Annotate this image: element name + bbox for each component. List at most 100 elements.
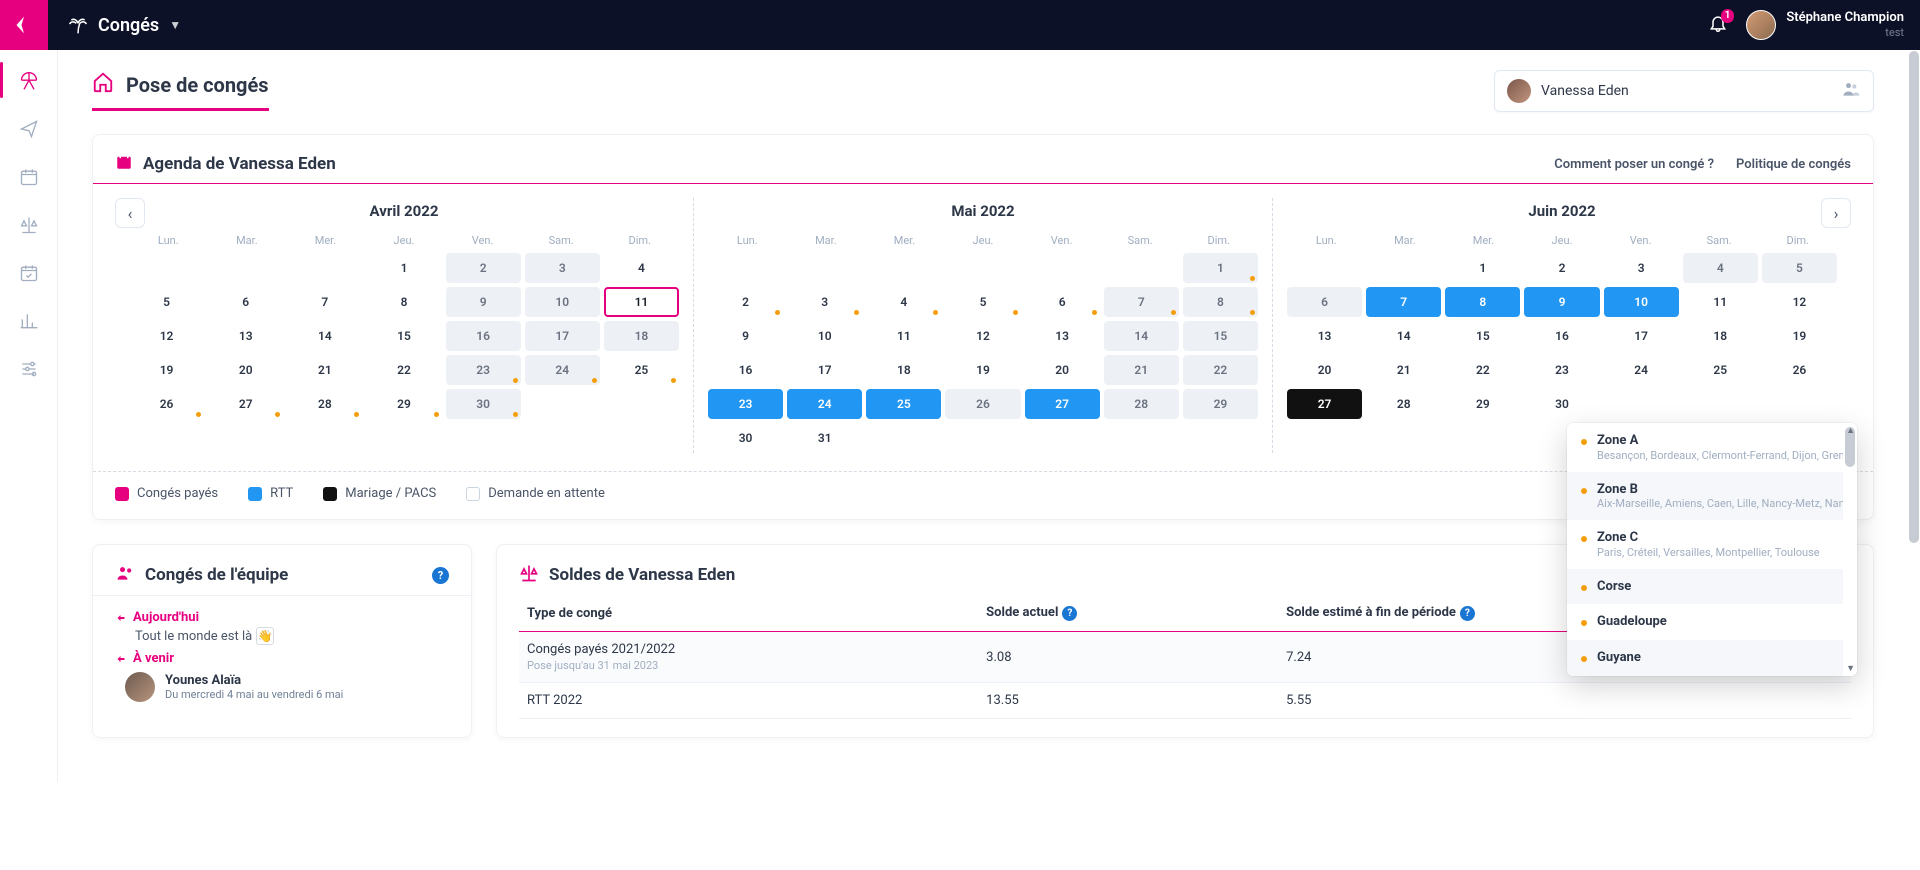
day-cell[interactable]: 6: [1025, 287, 1100, 317]
app-logo[interactable]: [0, 0, 48, 50]
day-cell[interactable]: 16: [446, 321, 521, 351]
day-cell[interactable]: 27: [1025, 389, 1100, 419]
day-cell[interactable]: 10: [525, 287, 600, 317]
nav-send[interactable]: [18, 118, 40, 140]
day-cell[interactable]: 9: [1524, 287, 1599, 317]
notifications-button[interactable]: 1: [1708, 13, 1728, 37]
day-cell[interactable]: 28: [287, 389, 362, 419]
day-cell[interactable]: 9: [708, 321, 783, 351]
day-cell[interactable]: 17: [525, 321, 600, 351]
day-cell[interactable]: 23: [1524, 355, 1599, 385]
day-cell[interactable]: 18: [1683, 321, 1758, 351]
day-cell[interactable]: 29: [1445, 389, 1520, 419]
day-cell[interactable]: 20: [1287, 355, 1362, 385]
day-cell[interactable]: 10: [787, 321, 862, 351]
day-cell[interactable]: 20: [208, 355, 283, 385]
zone-item[interactable]: Guyane: [1567, 640, 1857, 676]
day-cell[interactable]: 22: [1183, 355, 1258, 385]
day-cell[interactable]: 13: [1025, 321, 1100, 351]
day-cell[interactable]: 16: [1524, 321, 1599, 351]
nav-leave[interactable]: [18, 70, 40, 92]
day-cell[interactable]: 30: [708, 423, 783, 453]
day-cell[interactable]: 7: [287, 287, 362, 317]
day-cell[interactable]: 14: [1366, 321, 1441, 351]
day-cell[interactable]: 19: [129, 355, 204, 385]
day-cell[interactable]: 5: [129, 287, 204, 317]
day-cell[interactable]: 26: [1762, 355, 1837, 385]
info-icon[interactable]: ?: [1460, 606, 1475, 621]
nav-calendar[interactable]: [18, 166, 40, 188]
day-cell[interactable]: 27: [208, 389, 283, 419]
day-cell[interactable]: 26: [129, 389, 204, 419]
day-cell[interactable]: 5: [1762, 253, 1837, 283]
person-selector[interactable]: Vanessa Eden: [1494, 70, 1874, 112]
day-cell[interactable]: 28: [1104, 389, 1179, 419]
day-cell[interactable]: 18: [604, 321, 679, 351]
day-cell[interactable]: 12: [129, 321, 204, 351]
zone-dropdown[interactable]: Zone ABesançon, Bordeaux, Clermont-Ferra…: [1567, 423, 1857, 676]
day-cell[interactable]: 20: [1025, 355, 1100, 385]
day-cell[interactable]: 8: [1183, 287, 1258, 317]
day-cell[interactable]: 23: [446, 355, 521, 385]
day-cell[interactable]: 24: [1604, 355, 1679, 385]
policy-link[interactable]: Politique de congés: [1736, 157, 1851, 172]
day-cell[interactable]: 1: [1183, 253, 1258, 283]
day-cell[interactable]: 9: [446, 287, 521, 317]
day-cell[interactable]: 22: [366, 355, 441, 385]
day-cell[interactable]: 14: [1104, 321, 1179, 351]
day-cell[interactable]: 13: [1287, 321, 1362, 351]
day-cell[interactable]: 11: [866, 321, 941, 351]
day-cell[interactable]: 11: [1683, 287, 1758, 317]
info-icon[interactable]: ?: [1062, 606, 1077, 621]
day-cell[interactable]: 25: [866, 389, 941, 419]
day-cell[interactable]: 21: [287, 355, 362, 385]
day-cell[interactable]: 18: [866, 355, 941, 385]
day-cell[interactable]: 21: [1366, 355, 1441, 385]
day-cell[interactable]: 7: [1104, 287, 1179, 317]
day-cell[interactable]: 4: [1683, 253, 1758, 283]
zone-item[interactable]: Zone BAix-Marseille, Amiens, Caen, Lille…: [1567, 472, 1857, 521]
day-cell[interactable]: 15: [1183, 321, 1258, 351]
day-cell[interactable]: 29: [1183, 389, 1258, 419]
day-cell[interactable]: 8: [366, 287, 441, 317]
day-cell[interactable]: 28: [1366, 389, 1441, 419]
zone-item[interactable]: Zone CParis, Créteil, Versailles, Montpe…: [1567, 520, 1857, 569]
day-cell[interactable]: 1: [366, 253, 441, 283]
day-cell[interactable]: 3: [525, 253, 600, 283]
zone-item[interactable]: Corse: [1567, 569, 1857, 605]
day-cell[interactable]: 12: [1762, 287, 1837, 317]
team-person[interactable]: Younes Alaïa Du mercredi 4 mai au vendre…: [115, 672, 449, 702]
day-cell[interactable]: 2: [446, 253, 521, 283]
day-cell[interactable]: 21: [1104, 355, 1179, 385]
day-cell[interactable]: 4: [604, 253, 679, 283]
day-cell[interactable]: 16: [708, 355, 783, 385]
day-cell[interactable]: 13: [208, 321, 283, 351]
day-cell[interactable]: 22: [1445, 355, 1520, 385]
day-cell[interactable]: 19: [1762, 321, 1837, 351]
day-cell[interactable]: 11: [604, 287, 679, 317]
nav-calendar-check[interactable]: [18, 262, 40, 284]
day-cell[interactable]: 4: [866, 287, 941, 317]
day-cell[interactable]: 19: [945, 355, 1020, 385]
day-cell[interactable]: 15: [366, 321, 441, 351]
day-cell[interactable]: 3: [1604, 253, 1679, 283]
nav-balance[interactable]: [18, 214, 40, 236]
user-menu[interactable]: Stéphane Champion test: [1786, 11, 1904, 39]
day-cell[interactable]: 14: [287, 321, 362, 351]
zone-item[interactable]: Zone ABesançon, Bordeaux, Clermont-Ferra…: [1567, 423, 1857, 472]
day-cell[interactable]: 25: [604, 355, 679, 385]
module-switcher[interactable]: Congés ▼: [68, 15, 181, 36]
day-cell[interactable]: 3: [787, 287, 862, 317]
day-cell[interactable]: 26: [945, 389, 1020, 419]
day-cell[interactable]: 2: [708, 287, 783, 317]
nav-reports[interactable]: [18, 310, 40, 332]
zone-scrollbar[interactable]: ▲ ▼: [1843, 423, 1857, 676]
day-cell[interactable]: 30: [446, 389, 521, 419]
day-cell[interactable]: 2: [1524, 253, 1599, 283]
day-cell[interactable]: 23: [708, 389, 783, 419]
day-cell[interactable]: 10: [1604, 287, 1679, 317]
user-avatar[interactable]: [1746, 10, 1776, 40]
day-cell[interactable]: 27: [1287, 389, 1362, 419]
day-cell[interactable]: 1: [1445, 253, 1520, 283]
day-cell[interactable]: 17: [1604, 321, 1679, 351]
